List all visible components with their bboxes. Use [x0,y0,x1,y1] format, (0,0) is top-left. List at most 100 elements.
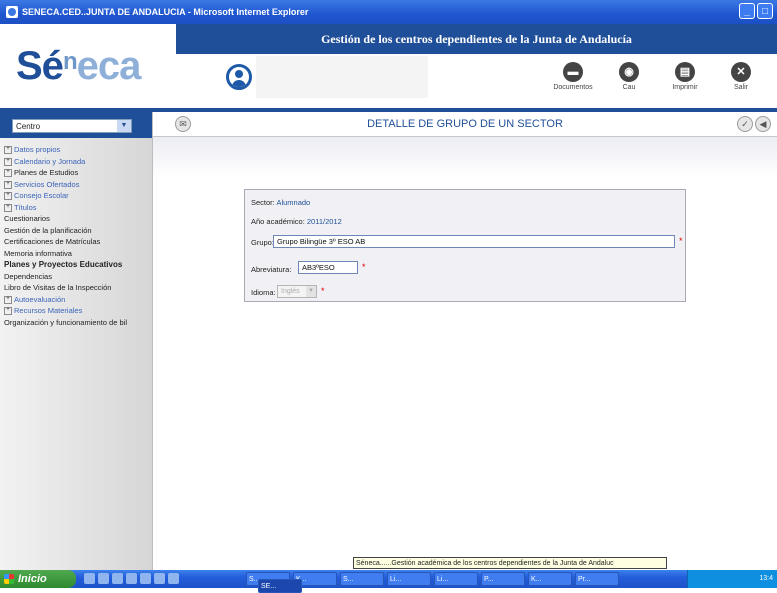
print-icon: ▤ [675,62,695,82]
sidebar-item[interactable]: + Recursos Materiales [0,305,152,317]
sidebar-item-label: Recursos Materiales [14,306,83,315]
sidebar-item[interactable]: Dependencias [0,271,152,283]
quicklaunch-icon[interactable] [168,573,179,584]
sidebar-item-label: Servicios Ofertados [14,179,80,189]
document-icon: ▬ [563,62,583,82]
quicklaunch-icon[interactable] [98,573,109,584]
sidebar-select-bar: Centro ▼ [0,112,152,138]
window-title: SENECA.CED..JUNTA DE ANDALUCIA - Microso… [22,7,309,17]
sidebar-item[interactable]: Memoria informativa [0,248,152,260]
sidebar-item[interactable]: + Calendario y Jornada [0,156,152,168]
sidebar-item-label: Organización y funcionamiento de bil [4,317,127,327]
expand-icon[interactable]: + [4,180,12,189]
abreviatura-label: Abreviatura: [251,265,292,274]
sidebar-item[interactable]: Cuestionarios [0,213,152,225]
taskbar-task[interactable]: P... [481,572,525,586]
expand-icon[interactable]: + [4,307,12,316]
taskbar-task[interactable]: K... [528,572,572,586]
quicklaunch-icon[interactable] [154,573,165,584]
sidebar-item-label: Autoevaluación [14,294,66,304]
taskbar: Inicio S...K...S...Li...Li...P...K...Pr.… [0,570,777,593]
sidebar-item[interactable]: Certificaciones de Matrículas [0,236,152,248]
exit-icon: ✕ [731,62,751,82]
profile-select[interactable]: Centro ▼ [12,119,132,133]
quicklaunch-icon[interactable] [126,573,137,584]
sidebar-item[interactable]: + Consejo Escolar [0,190,152,202]
sidebar-menu: + Datos propios + Calendario y Jornada + Plan… [0,144,152,328]
header-banner [256,56,428,98]
imprimir-button[interactable]: ▤ Imprimir [657,62,713,91]
sector-row: Sector: Alumnado [251,198,311,207]
status-tooltip: Séneca......Gestión académica de los cen… [353,557,667,569]
ie-icon [6,6,18,18]
system-tray: 13:4 [687,570,777,588]
sidebar-item[interactable]: + Títulos [0,202,152,214]
content-actions: ✓ ◀ [737,116,771,132]
header-toolbar: ▬ Documentos ◉ Cau ▤ Imprimir ✕ Salir [545,62,769,91]
quicklaunch-icon[interactable] [112,573,123,584]
cau-button[interactable]: ◉ Cau [601,62,657,91]
clock: 13:4 [759,575,773,582]
required-mark: * [362,262,366,272]
documentos-button[interactable]: ▬ Documentos [545,62,601,91]
page-title: DETALLE DE GRUPO DE UN SECTOR [367,118,563,130]
idioma-select[interactable]: Inglés ▼ [277,285,317,298]
accept-icon[interactable]: ✓ [737,116,753,132]
year-value: 2011/2012 [306,217,342,226]
expand-icon[interactable]: + [4,157,12,166]
content-band [153,137,777,177]
expand-icon[interactable]: + [4,295,12,304]
taskbar-task[interactable]: S... [340,572,384,586]
group-detail-form: Sector: Alumnado Año académico: 2011/201… [244,189,686,302]
required-mark: * [679,236,683,246]
taskbar-tasks: S...K...S...Li...Li...P...K...Pr...SE... [246,572,619,593]
sidebar-item[interactable]: + Servicios Ofertados [0,179,152,191]
expand-icon[interactable]: + [4,146,12,155]
expand-icon[interactable]: + [4,192,12,201]
sidebar-item-label: Datos propios [14,145,61,154]
chevron-down-icon: ▼ [306,286,316,297]
windows-flag-icon [4,574,14,584]
quicklaunch-icon[interactable] [140,573,151,584]
sidebar-item[interactable]: Libro de Visitas de la Inspección [0,282,152,294]
salir-button[interactable]: ✕ Salir [713,62,769,91]
taskbar-task[interactable]: SE... [258,579,302,593]
grupo-label: Grupo: [251,238,274,247]
user-icon[interactable] [226,64,252,90]
sidebar-item-label: Libro de Visitas de la Inspección [4,283,112,292]
sidebar-item-label: Memoria informativa [4,248,72,258]
quick-launch [84,573,179,584]
sidebar-item[interactable]: + Autoevaluación [0,294,152,306]
sidebar-item-label: Certificaciones de Matrículas [4,237,101,246]
quicklaunch-icon[interactable] [84,573,95,584]
sidebar: Centro ▼ + Datos propios + Calendario y Jor… [0,112,153,570]
sector-value: Alumnado [276,198,311,207]
start-button[interactable]: Inicio [0,570,76,588]
sidebar-item-label: Títulos [14,202,37,212]
chevron-down-icon: ▼ [117,120,131,132]
abreviatura-input[interactable]: AB3ºESO [298,261,358,274]
sidebar-item[interactable]: Gestión de la planificación [0,225,152,237]
sidebar-item[interactable]: Organización y funcionamiento de bil [0,317,152,329]
sidebar-item[interactable]: Planes y Proyectos Educativos [0,259,152,271]
taskbar-task[interactable]: Li... [387,572,431,586]
expand-icon[interactable]: + [4,203,12,212]
sidebar-item[interactable]: + Planes de Estudios [0,167,152,179]
cau-icon: ◉ [619,62,639,82]
sidebar-item-label: Gestión de la planificación [4,225,92,235]
sidebar-item-label: Cuestionarios [4,214,50,223]
page-header-title: Gestión de los centros dependientes de l… [176,24,777,54]
seneca-logo: Séneca [16,44,141,88]
sidebar-item-label: Dependencias [4,271,52,281]
idioma-label: Idioma: [251,288,276,297]
expand-icon[interactable]: + [4,169,12,178]
sidebar-item[interactable]: + Datos propios [0,144,152,156]
minimize-button[interactable]: _ [739,3,755,19]
sidebar-item-label: Consejo Escolar [14,191,69,200]
back-icon[interactable]: ◀ [755,116,771,132]
maximize-button[interactable]: □ [757,3,773,19]
taskbar-task[interactable]: Li... [434,572,478,586]
taskbar-task[interactable]: Pr... [575,572,619,586]
grupo-input[interactable]: Grupo Bilingüe 3º ESO AB [273,235,675,248]
window-titlebar: SENECA.CED..JUNTA DE ANDALUCIA - Microso… [0,0,777,24]
